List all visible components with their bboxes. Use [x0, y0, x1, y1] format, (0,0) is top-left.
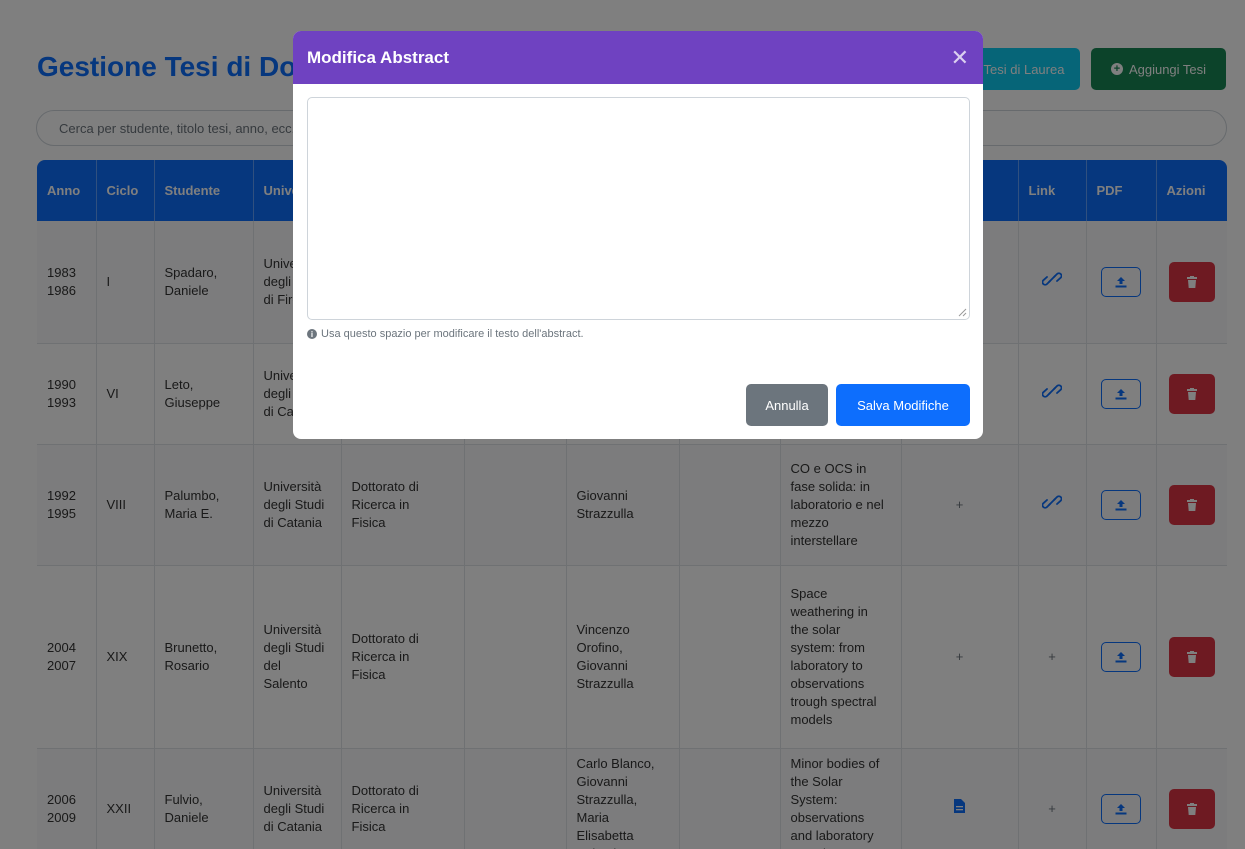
abstract-help-text: i Usa questo spazio per modificare il te… — [307, 328, 584, 340]
info-circle-icon: i — [307, 329, 317, 339]
edit-abstract-modal: Modifica Abstract ✕ i Usa questo spazio … — [293, 31, 983, 439]
save-changes-button[interactable]: Salva Modifiche — [836, 384, 970, 426]
modal-header: Modifica Abstract ✕ — [293, 31, 983, 84]
close-icon[interactable]: ✕ — [951, 46, 969, 69]
resize-handle-icon[interactable] — [958, 308, 967, 317]
modal-title: Modifica Abstract — [307, 47, 450, 67]
help-label: Usa questo spazio per modificare il test… — [321, 328, 584, 340]
cancel-button[interactable]: Annulla — [746, 384, 828, 426]
abstract-textarea[interactable] — [307, 97, 970, 320]
